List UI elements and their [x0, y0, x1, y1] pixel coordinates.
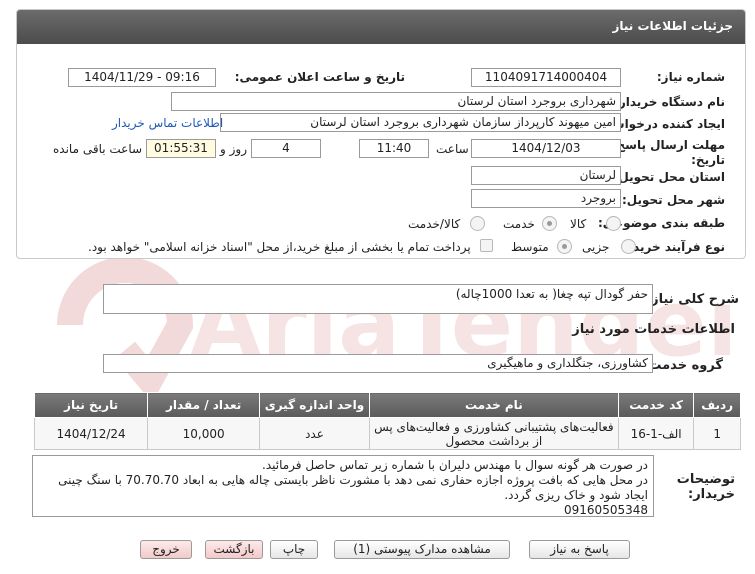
buyer-note-line: در محل هایی که بافت پروژه اجازه حفاری نم… [58, 473, 648, 487]
buyer-notes-label-2: خریدار: [688, 487, 735, 502]
process-option-medium: متوسط [511, 240, 549, 254]
need-number-field[interactable]: 1104091714000404 [471, 68, 621, 87]
province-field[interactable]: لرستان [471, 166, 621, 185]
col-service-name: نام خدمت [368, 392, 619, 418]
city-label: شهر محل تحویل: [621, 193, 725, 207]
col-row-number: ردیف [693, 392, 741, 418]
attachments-button[interactable]: مشاهده مدارک پیوستی (1) [334, 540, 510, 559]
buyer-notes-label: توضیحات [676, 472, 735, 487]
creator-field[interactable]: امین میهوند کارپرداز سازمان شهرداری بروج… [220, 113, 621, 132]
buyer-note-line: ایجاد شود و خاک ریزی گردد. [504, 488, 648, 502]
buyer-notes-box: در صورت هر گونه سوال با مهندس دلیران با … [32, 455, 654, 517]
service-group-field[interactable]: کشاورزی، جنگلداری و ماهیگیری [103, 354, 653, 373]
cell-service-name: فعالیت‌های پشتیبانی کشاورزی و فعالیت‌های… [368, 417, 619, 450]
process-option-minor: جزیی [582, 240, 610, 254]
services-table-header: ردیف کد خدمت نام خدمت واحد اندازه گیری ت… [33, 392, 741, 418]
summary-field[interactable]: حفر گودال تپه چغا( به تعدا 1000چاله) [103, 284, 653, 314]
days-remaining-field[interactable]: 4 [251, 139, 321, 158]
cell-row-number: 1 [693, 417, 741, 450]
announce-field[interactable]: 1404/11/29 - 09:16 [68, 68, 216, 87]
remaining-time-label: ساعت باقی مانده [53, 142, 143, 156]
services-table: ردیف کد خدمت نام خدمت واحد اندازه گیری ت… [33, 392, 741, 450]
need-number-label: شماره نیاز: [656, 70, 725, 84]
category-option-goods: کالا [570, 217, 587, 231]
city-field[interactable]: بروجرد [471, 189, 621, 208]
col-unit: واحد اندازه گیری [259, 392, 370, 418]
cell-need-date: 1404/12/24 [33, 417, 149, 450]
category-radio-goods-service[interactable] [470, 216, 485, 231]
buyer-note-phone: 09160505348 [564, 503, 648, 517]
category-radio-service[interactable] [542, 216, 557, 231]
deadline-time-label: ساعت [436, 142, 469, 156]
exit-button[interactable]: خروج [140, 540, 192, 559]
back-button[interactable]: بازگشت [205, 540, 263, 559]
province-label: استان محل تحویل: [613, 170, 725, 184]
buyer-field[interactable]: شهرداری بروجرد استان لرستان [171, 92, 621, 111]
buyer-note-line: در صورت هر گونه سوال با مهندس دلیران با … [262, 458, 648, 472]
panel-title: جزئیات اطلاعات نیاز [17, 10, 745, 44]
process-radio-medium[interactable] [557, 239, 572, 254]
col-need-date: تاریخ نیاز [33, 392, 149, 418]
cell-service-code: الف-1-16 [617, 417, 695, 450]
service-group-label: گروه خدمت: [643, 358, 723, 373]
deadline-time-field[interactable]: 11:40 [359, 139, 429, 158]
treasury-checkbox[interactable] [480, 239, 493, 252]
cell-unit: عدد [259, 417, 370, 450]
category-radio-goods[interactable] [606, 216, 621, 231]
remaining-time-field: 01:55:31 [146, 139, 216, 158]
reply-button[interactable]: پاسخ به نیاز [529, 540, 630, 559]
col-quantity: تعداد / مقدار [147, 392, 261, 418]
days-label: روز و [220, 142, 247, 156]
summary-label: شرح کلی نیاز: [645, 292, 739, 307]
treasury-payment-note: پرداخت تمام یا بخشی از مبلغ خرید،از محل … [88, 240, 471, 254]
deadline-label-date: تاریخ: [691, 153, 725, 167]
table-row[interactable]: 1 الف-1-16 فعالیت‌های پشتیبانی کشاورزی و… [33, 417, 741, 450]
services-section-title: اطلاعات خدمات مورد نیاز [572, 322, 735, 337]
announce-label: تاریخ و ساعت اعلان عمومی: [234, 70, 405, 84]
deadline-date-field[interactable]: 1404/12/03 [471, 139, 621, 158]
process-label: نوع فرآیند خرید : [624, 240, 725, 254]
category-option-service: خدمت [503, 217, 535, 231]
contact-info-link[interactable]: اطلاعات تماس خریدار [112, 116, 223, 130]
col-service-code: کد خدمت [617, 392, 695, 418]
cell-quantity: 10,000 [147, 417, 261, 450]
print-button[interactable]: چاپ [270, 540, 318, 559]
process-radio-minor[interactable] [621, 239, 636, 254]
buyer-label: نام دستگاه خریدار: [614, 95, 725, 109]
category-option-goods-service: کالا/خدمت [408, 217, 461, 231]
